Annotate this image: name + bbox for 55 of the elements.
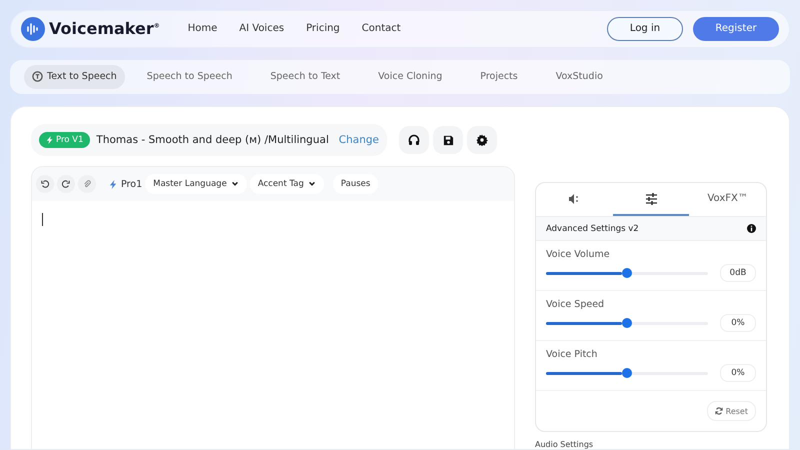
redo-icon bbox=[62, 180, 70, 188]
chevron-down-icon bbox=[308, 180, 316, 188]
sliders-icon bbox=[644, 192, 658, 204]
dropdown-button[interactable]: Master Language bbox=[145, 174, 247, 194]
change-link[interactable]: Change bbox=[338, 134, 379, 146]
register-button[interactable]: Register bbox=[693, 16, 779, 41]
slider-thumb[interactable] bbox=[622, 268, 632, 278]
settings-icon bbox=[476, 134, 488, 146]
speaker-icon bbox=[568, 192, 580, 204]
slider-label: Voice Speed bbox=[546, 299, 606, 310]
nav-link[interactable]: AI Voices bbox=[239, 23, 284, 34]
login-button[interactable]: Log in bbox=[607, 16, 683, 41]
slider-thumb[interactable] bbox=[622, 318, 632, 328]
info-icon[interactable] bbox=[747, 224, 756, 233]
panel-title: Advanced Settings v2 bbox=[546, 224, 639, 234]
engine-label: Pro1 bbox=[109, 178, 142, 190]
tool-tab[interactable]: Voice Cloning bbox=[362, 64, 458, 89]
slider-value: 0dB bbox=[720, 264, 756, 282]
voice-name: Thomas - Smooth and deep (м) /Multilingual bbox=[96, 134, 330, 146]
undo-icon bbox=[41, 180, 49, 188]
t-circle-icon bbox=[32, 71, 43, 82]
pro-badge: Pro V1 bbox=[39, 132, 90, 148]
slider-label: Voice Pitch bbox=[546, 349, 598, 360]
voxfx-tab[interactable]: VoxFX™ bbox=[689, 183, 766, 216]
nav-link[interactable]: Home bbox=[188, 23, 218, 34]
slider-value: 0% bbox=[720, 314, 756, 332]
reset-button[interactable]: Reset bbox=[706, 401, 756, 421]
settings-button[interactable] bbox=[467, 126, 497, 154]
refresh-icon bbox=[714, 407, 723, 415]
lightning-icon bbox=[109, 180, 118, 188]
brand-name: Voicemaker$^{®}$ bbox=[49, 19, 160, 38]
text-editor[interactable]: Pro1 Master Language Accent Tag Pauses bbox=[31, 166, 515, 449]
redo-button[interactable] bbox=[57, 175, 75, 193]
slider-value: 0% bbox=[720, 364, 756, 382]
section-heading: Audio Settings bbox=[535, 440, 594, 449]
headphones-icon bbox=[408, 134, 420, 146]
lightning-icon bbox=[46, 136, 54, 144]
tool-tab[interactable]: VoxStudio bbox=[540, 64, 619, 89]
tool-tab[interactable]: Text to Speech bbox=[24, 64, 125, 89]
tool-tab[interactable]: Speech to Text bbox=[254, 64, 356, 89]
nav-link[interactable]: Contact bbox=[362, 23, 401, 34]
logo-icon bbox=[21, 16, 45, 41]
undo-button[interactable] bbox=[36, 175, 54, 193]
slider-thumb[interactable] bbox=[622, 368, 632, 378]
save-button[interactable] bbox=[433, 126, 463, 154]
dropdown-button[interactable]: Accent Tag bbox=[250, 174, 324, 194]
tool-tab[interactable]: Speech to Speech bbox=[130, 64, 248, 89]
slider-label: Voice Volume bbox=[546, 249, 611, 260]
chevron-down-icon bbox=[230, 180, 239, 188]
text-cursor bbox=[42, 213, 43, 226]
tool-tab[interactable]: Projects bbox=[464, 64, 534, 89]
nav-link[interactable]: Pricing bbox=[306, 23, 340, 34]
paperclip-icon bbox=[83, 180, 91, 188]
pauses-button[interactable]: Pauses bbox=[332, 174, 378, 194]
headphones-button[interactable] bbox=[399, 126, 429, 154]
